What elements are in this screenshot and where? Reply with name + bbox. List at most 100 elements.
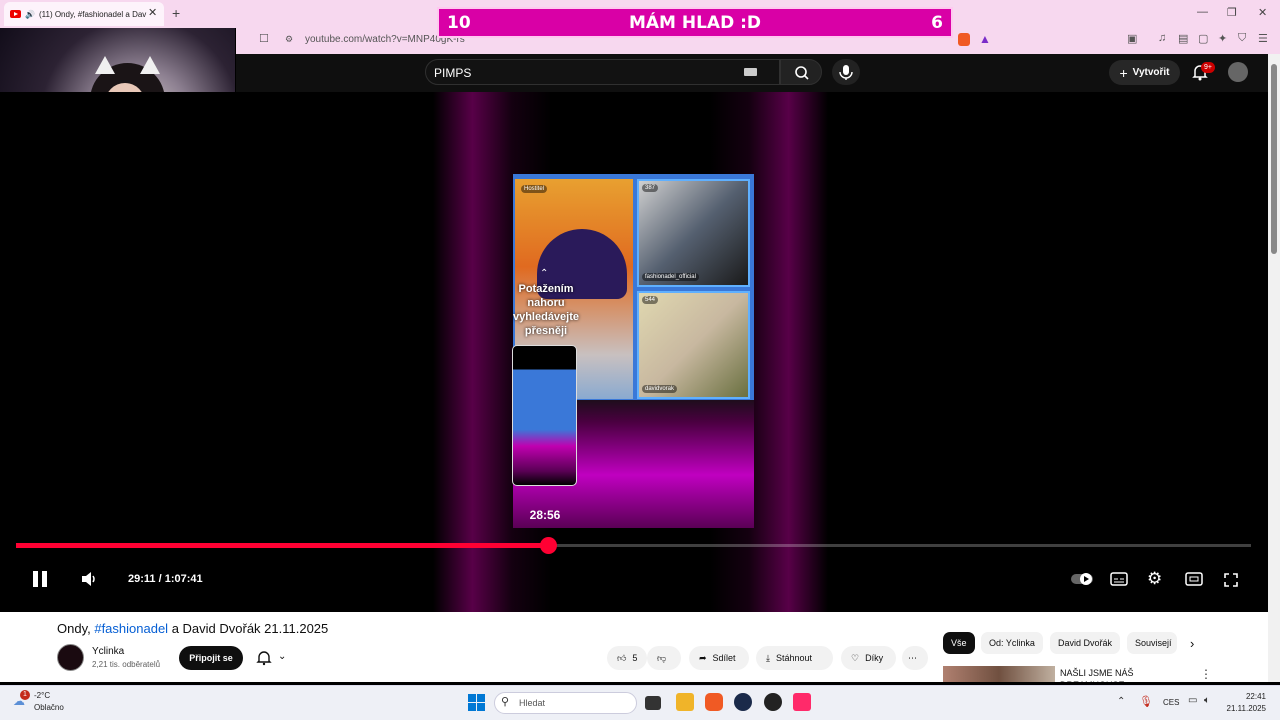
youtube-favicon-icon xyxy=(10,10,21,18)
autoplay-toggle[interactable] xyxy=(1071,572,1093,586)
task-view-icon[interactable] xyxy=(645,696,661,710)
search-button[interactable] xyxy=(780,59,822,85)
thanks-heart-icon: ♡ xyxy=(851,652,860,663)
microphone-tray-icon[interactable]: 🎙︎ xyxy=(1139,695,1153,708)
recommendation-title[interactable]: NAŠLI JSME NÁŠ DREAMHOUSE xyxy=(1060,667,1190,682)
video-guest-panel-2: 544 davidvorak xyxy=(637,291,750,399)
account-avatar[interactable] xyxy=(1228,62,1248,82)
brave-rewards-icon[interactable]: ▲ xyxy=(979,32,991,46)
stream-overlay-banner: 10 MÁM HLAD :D 6 xyxy=(437,7,953,38)
progress-bar-played[interactable] xyxy=(16,543,548,548)
language-indicator[interactable]: CES xyxy=(1163,698,1179,707)
more-horizontal-icon: ⋯ xyxy=(908,652,917,663)
thanks-label: Díky xyxy=(865,653,884,663)
title-prefix: Ondy, xyxy=(57,621,95,636)
site-info-icon[interactable]: ⚙ xyxy=(285,34,293,45)
search-icon xyxy=(795,66,809,80)
minimize-icon[interactable]: — xyxy=(1197,6,1208,18)
recommendation-thumbnail[interactable] xyxy=(943,666,1055,682)
share-icon: ➦ xyxy=(699,652,707,663)
plus-icon: + xyxy=(1119,64,1128,81)
subtitles-icon[interactable] xyxy=(1110,572,1128,586)
restore-icon[interactable]: ❐ xyxy=(1227,6,1237,19)
media-icon[interactable]: ♫ xyxy=(1158,32,1166,44)
tiktok-icon[interactable] xyxy=(793,693,811,711)
title-hashtag-link[interactable]: #fashionadel xyxy=(94,621,168,636)
chevron-down-icon[interactable]: ⌄ xyxy=(278,651,286,662)
file-explorer-icon[interactable] xyxy=(676,693,694,711)
scrollbar-thumb[interactable] xyxy=(1271,64,1277,254)
taskbar-search-icon: ⚲ xyxy=(501,696,510,708)
chip-from-channel[interactable]: Od: Yclinka xyxy=(981,632,1043,654)
tab-close-icon[interactable]: ✕ xyxy=(148,6,157,19)
menu-icon[interactable]: ☰ xyxy=(1258,32,1268,45)
voice-search-button[interactable] xyxy=(832,59,860,85)
channel-avatar[interactable] xyxy=(57,644,84,671)
video-guest-panel-1: 387 fashionadel_official xyxy=(637,179,750,287)
tab-title: (11) Ondy, #fashionadel a Dav xyxy=(38,9,147,19)
app-icon[interactable] xyxy=(764,693,782,711)
seek-hint-text: Potažením nahoru vyhledávejte přesněji xyxy=(512,268,580,338)
share-label: Sdílet xyxy=(712,653,736,663)
overlay-title: MÁM HLAD :D xyxy=(628,13,762,33)
weather-temperature[interactable]: -2°C xyxy=(34,691,50,700)
theater-mode-icon[interactable] xyxy=(1185,572,1203,586)
guest2-count: 544 xyxy=(642,296,659,304)
speaker-icon: 🔊 xyxy=(25,9,35,19)
clock-date[interactable]: 21.11.2025 xyxy=(1220,704,1266,713)
settings-gear-icon[interactable]: ⚙ xyxy=(1147,569,1162,589)
search-input[interactable]: PIMPS xyxy=(425,59,780,85)
guest1-name: fashionadel_official xyxy=(642,273,699,281)
progress-scrubber-handle[interactable] xyxy=(540,537,557,554)
notification-count-badge: 9+ xyxy=(1201,62,1215,73)
join-button[interactable]: Připojit se xyxy=(179,646,243,670)
download-label: Stáhnout xyxy=(775,653,813,663)
clock-time[interactable]: 22:41 xyxy=(1230,692,1266,701)
wallet-icon[interactable]: ▢ xyxy=(1198,32,1208,45)
windows-start-icon[interactable] xyxy=(468,694,485,711)
like-button[interactable]: 👍︎ 5 xyxy=(607,646,647,670)
taskbar-search-box[interactable]: Hledat xyxy=(494,692,637,714)
guest2-name: davidvorak xyxy=(642,385,678,393)
create-button[interactable]: + Vytvořit xyxy=(1109,60,1180,85)
more-actions-button[interactable]: ⋯ xyxy=(902,646,928,670)
share-button[interactable]: ➦ Sdílet xyxy=(689,646,749,670)
notification-bell-icon[interactable] xyxy=(256,650,272,666)
brave-shield-icon[interactable] xyxy=(958,33,970,46)
obs-icon[interactable] xyxy=(734,693,752,711)
vpn-icon[interactable]: ⛉ xyxy=(1238,32,1246,45)
volume-icon[interactable] xyxy=(80,571,98,587)
pause-icon[interactable] xyxy=(30,569,50,589)
fullscreen-icon[interactable] xyxy=(1223,572,1239,588)
weather-description[interactable]: Oblačno xyxy=(34,703,64,712)
bookmark-icon[interactable]: ☐ xyxy=(259,32,269,45)
new-tab-button[interactable]: + xyxy=(172,5,180,21)
volume-tray-icon[interactable]: 🔈︎ xyxy=(1204,695,1210,706)
download-button[interactable]: ⤓ Stáhnout xyxy=(756,646,833,670)
network-icon[interactable]: ▭ xyxy=(1188,695,1197,706)
weather-alert-badge: 1 xyxy=(20,690,30,700)
subscriber-count: 2,21 tis. odběratelů xyxy=(92,660,161,669)
chip-all[interactable]: Vše xyxy=(943,632,975,654)
overlay-right-number: 6 xyxy=(931,13,943,33)
chip-related[interactable]: Souvisejí xyxy=(1127,632,1177,654)
download-icon: ⤓ xyxy=(766,652,770,663)
keyboard-icon[interactable] xyxy=(744,68,757,76)
microphone-icon xyxy=(839,65,853,80)
window-close-icon[interactable]: ✕ xyxy=(1258,6,1267,19)
browser-tab[interactable]: 🔊 (11) Ondy, #fashionadel a Dav xyxy=(4,2,164,26)
dislike-button[interactable]: 👎︎ xyxy=(647,646,681,670)
leo-icon[interactable]: ✦ xyxy=(1218,32,1227,45)
channel-name[interactable]: Yclinka xyxy=(92,646,124,657)
brave-browser-icon[interactable] xyxy=(705,693,723,711)
tray-chevron-up-icon[interactable]: ⌃ xyxy=(1117,696,1125,707)
host-label: Hostitel xyxy=(521,185,548,193)
recommendation-menu-icon[interactable]: ⋮ xyxy=(1200,667,1212,681)
chip-david-dvorak[interactable]: David Dvořák xyxy=(1050,632,1121,654)
page-scrollbar[interactable] xyxy=(1268,54,1280,682)
chevron-right-icon[interactable]: › xyxy=(1190,636,1194,651)
reader-icon[interactable]: ▤ xyxy=(1178,32,1188,45)
sidebar-icon[interactable]: ▣ xyxy=(1127,32,1137,45)
thanks-button[interactable]: ♡ Díky xyxy=(841,646,896,670)
time-display: 29:11 / 1:07:41 xyxy=(128,573,203,585)
